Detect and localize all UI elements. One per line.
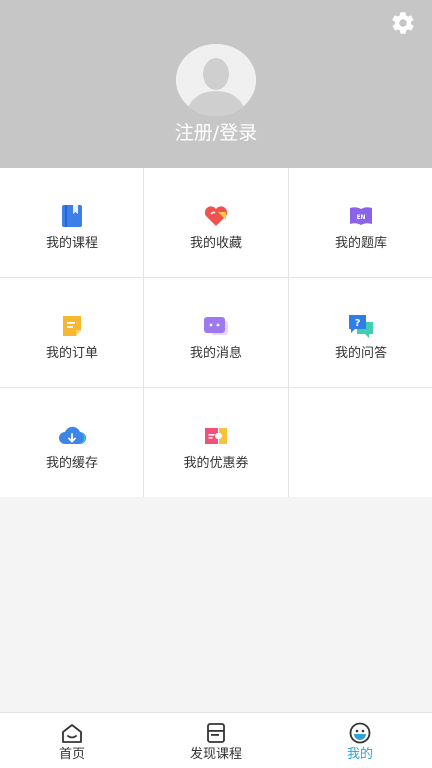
menu-item-my-question-bank[interactable]: EN 我的题库 (289, 168, 432, 277)
menu-item-my-favorites[interactable]: 我的收藏 (144, 168, 288, 277)
menu-item-label: 我的收藏 (189, 236, 242, 251)
profile-face-icon (349, 722, 371, 744)
profile-header: 注册/登录 (0, 0, 432, 168)
tab-discover-courses[interactable]: 发现课程 (144, 713, 288, 768)
gear-icon[interactable] (390, 10, 416, 36)
menu-item-my-messages[interactable]: 我的消息 (144, 278, 288, 387)
svg-text:EN: EN (356, 214, 365, 221)
question-bank-icon: EN (350, 207, 372, 225)
default-avatar-icon[interactable] (176, 44, 256, 116)
tab-label: 我的 (346, 747, 373, 762)
menu-item-label: 我的缓存 (45, 456, 98, 471)
bottom-tab-bar: 首页 发现课程 我的 (0, 712, 432, 768)
menu-item-label: 我的消息 (189, 346, 242, 361)
tab-mine[interactable]: 我的 (288, 713, 432, 768)
svg-text:?: ? (355, 318, 361, 329)
menu-item-label: 我的优惠券 (183, 456, 249, 471)
coupon-ticket-icon (205, 428, 227, 444)
menu-item-my-courses[interactable]: 我的课程 (0, 168, 144, 277)
course-book-icon (62, 205, 82, 227)
menu-item-my-cache[interactable]: 我的缓存 (0, 388, 144, 497)
cloud-download-icon (59, 426, 86, 445)
tab-home[interactable]: 首页 (0, 713, 144, 768)
menu-item-label: 我的课程 (45, 236, 98, 251)
favorite-heart-icon (204, 206, 228, 226)
discover-course-icon (207, 723, 225, 743)
menu-item-my-qa[interactable]: ? 我的问答 (289, 278, 432, 387)
order-note-icon (63, 316, 81, 336)
home-icon (62, 724, 82, 743)
login-register-link[interactable]: 注册/登录 (0, 120, 432, 146)
menu-item-my-orders[interactable]: 我的订单 (0, 278, 144, 387)
menu-item-my-coupons[interactable]: 我的优惠券 (144, 388, 288, 497)
message-bubble-icon (204, 317, 228, 335)
feature-grid: 我的课程 我的收藏 EN 我的题库 我的订单 我的消息 ? 我的问答 我的缓存 … (0, 168, 432, 497)
menu-item-label: 我的订单 (45, 346, 98, 361)
tab-label: 发现课程 (189, 747, 242, 762)
tab-label: 首页 (58, 747, 85, 762)
qa-bubble-icon: ? (349, 315, 373, 338)
menu-item-label: 我的问答 (334, 346, 387, 361)
menu-item-label: 我的题库 (334, 236, 387, 251)
